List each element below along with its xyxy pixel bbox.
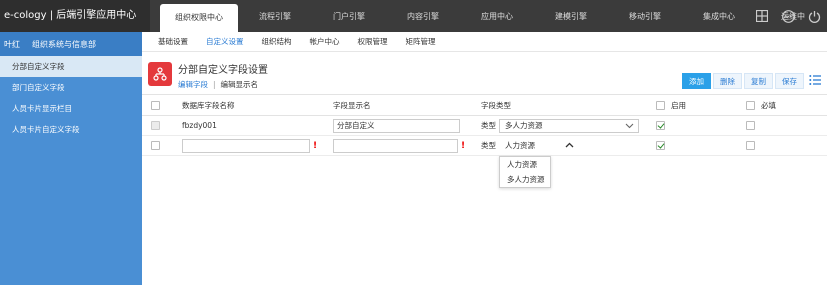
required-marker: ! xyxy=(313,140,318,151)
top-tab-workflow[interactable]: 流程引擎 xyxy=(238,0,312,32)
top-nav: 组织权限中心 流程引擎 门户引擎 内容引擎 应用中心 建模引擎 移动引擎 集成中… xyxy=(160,0,827,32)
sidebar-item-department-fields[interactable]: 部门自定义字段 xyxy=(0,77,142,98)
col-db-name: 数据库字段名称 xyxy=(182,100,235,110)
link-separator: | xyxy=(213,80,216,89)
dropdown-option-hr[interactable]: 人力资源 xyxy=(500,157,550,172)
enabled-checkbox[interactable] xyxy=(656,121,665,130)
action-bar: 添加 删除 复制 保存 xyxy=(682,73,804,89)
col-enabled: 启用 xyxy=(671,100,686,110)
col-display-name: 字段显示名 xyxy=(333,100,371,110)
top-tab-org-permission[interactable]: 组织权限中心 xyxy=(160,4,238,32)
top-tab-mobile[interactable]: 移动引擎 xyxy=(608,0,682,32)
db-field-name: fbzdy001 xyxy=(182,121,217,130)
add-button[interactable]: 添加 xyxy=(682,73,711,89)
display-name-input[interactable]: 分部自定义 xyxy=(333,118,460,133)
field-type-select[interactable]: 多人力资源 xyxy=(499,118,639,134)
edit-display-name-link[interactable]: 编辑显示名 xyxy=(221,80,259,89)
top-tab-app-center[interactable]: 应用中心 xyxy=(460,0,534,32)
top-tab-integration[interactable]: 集成中心 xyxy=(682,0,756,32)
field-type-select[interactable]: 人力资源 xyxy=(499,138,579,154)
type-prefix-label: 类型 xyxy=(481,121,496,130)
grid-icon[interactable] xyxy=(755,9,769,23)
display-name-input[interactable] xyxy=(333,138,458,153)
subnav-account-center[interactable]: 帐户中心 xyxy=(310,36,340,47)
org-chart-icon xyxy=(148,62,172,86)
db-name-input[interactable] xyxy=(182,138,310,153)
col-field-type: 字段类型 xyxy=(481,100,511,110)
sidebar: 叶红 组织系统与信息部 分部自定义字段 部门自定义字段 人员卡片显示栏目 人员卡… xyxy=(0,32,142,285)
page-header: 分部自定义字段设置 编辑字段 | 编辑显示名 添加 删除 复制 保存 xyxy=(142,52,827,92)
table-header: 数据库字段名称 字段显示名 字段类型 启用 必填 xyxy=(142,94,827,116)
sidebar-item-subcompany-fields[interactable]: 分部自定义字段 xyxy=(0,56,142,77)
select-all-checkbox[interactable] xyxy=(151,100,160,110)
top-tab-modeling[interactable]: 建模引擎 xyxy=(534,0,608,32)
more-icon[interactable] xyxy=(781,9,795,23)
chevron-down-icon xyxy=(625,121,634,134)
current-department[interactable]: 组织系统与信息部 xyxy=(30,39,96,50)
subnav-org-structure[interactable]: 组织结构 xyxy=(262,36,292,47)
chevron-up-icon xyxy=(565,141,574,154)
fields-table: 数据库字段名称 字段显示名 字段类型 启用 必填 fbzdy001 分部自定义 … xyxy=(142,94,827,156)
field-type-value: 多人力资源 xyxy=(505,120,543,130)
top-tab-portal[interactable]: 门户引擎 xyxy=(312,0,386,32)
list-view-icon[interactable] xyxy=(809,74,821,86)
row-select-checkbox xyxy=(151,121,160,130)
sidebar-header: 叶红 组织系统与信息部 xyxy=(0,32,142,56)
page-title: 分部自定义字段设置 xyxy=(178,65,268,76)
row-select-checkbox[interactable] xyxy=(151,141,160,150)
sub-nav: 基础设置 自定义设置 组织结构 帐户中心 权限管理 矩阵管理 xyxy=(142,32,827,52)
dropdown-option-multi-hr[interactable]: 多人力资源 xyxy=(500,172,550,187)
copy-button[interactable]: 复制 xyxy=(744,73,773,89)
subnav-permission[interactable]: 权限管理 xyxy=(358,36,388,47)
delete-button[interactable]: 删除 xyxy=(713,73,742,89)
current-user[interactable]: 叶红 xyxy=(0,39,30,50)
edit-fields-link[interactable]: 编辑字段 xyxy=(178,80,208,89)
required-marker: ! xyxy=(461,140,466,151)
field-type-dropdown: 人力资源 多人力资源 xyxy=(499,156,551,188)
field-type-value: 人力资源 xyxy=(505,140,535,150)
table-row: ! ! 类型 人力资源 xyxy=(142,136,827,156)
power-icon[interactable] xyxy=(807,9,821,23)
sidebar-item-card-fields[interactable]: 人员卡片自定义字段 xyxy=(0,119,142,140)
col-required: 必填 xyxy=(761,100,776,110)
subnav-matrix[interactable]: 矩阵管理 xyxy=(406,36,436,47)
top-bar: e-cology | 后端引擎应用中心 组织权限中心 流程引擎 门户引擎 内容引… xyxy=(0,0,827,32)
enable-all-checkbox[interactable] xyxy=(656,100,665,110)
subnav-custom-settings[interactable]: 自定义设置 xyxy=(206,36,244,47)
table-row: fbzdy001 分部自定义 类型 多人力资源 xyxy=(142,116,827,136)
required-checkbox[interactable] xyxy=(746,141,755,150)
subnav-basic-settings[interactable]: 基础设置 xyxy=(158,36,188,47)
required-all-checkbox[interactable] xyxy=(746,100,755,110)
sidebar-item-card-columns[interactable]: 人员卡片显示栏目 xyxy=(0,98,142,119)
enabled-checkbox[interactable] xyxy=(656,141,665,150)
type-prefix-label: 类型 xyxy=(481,141,496,150)
top-tab-content[interactable]: 内容引擎 xyxy=(386,0,460,32)
app-title: e-cology | 后端引擎应用中心 xyxy=(0,0,150,32)
required-checkbox[interactable] xyxy=(746,121,755,130)
save-button[interactable]: 保存 xyxy=(775,73,804,89)
